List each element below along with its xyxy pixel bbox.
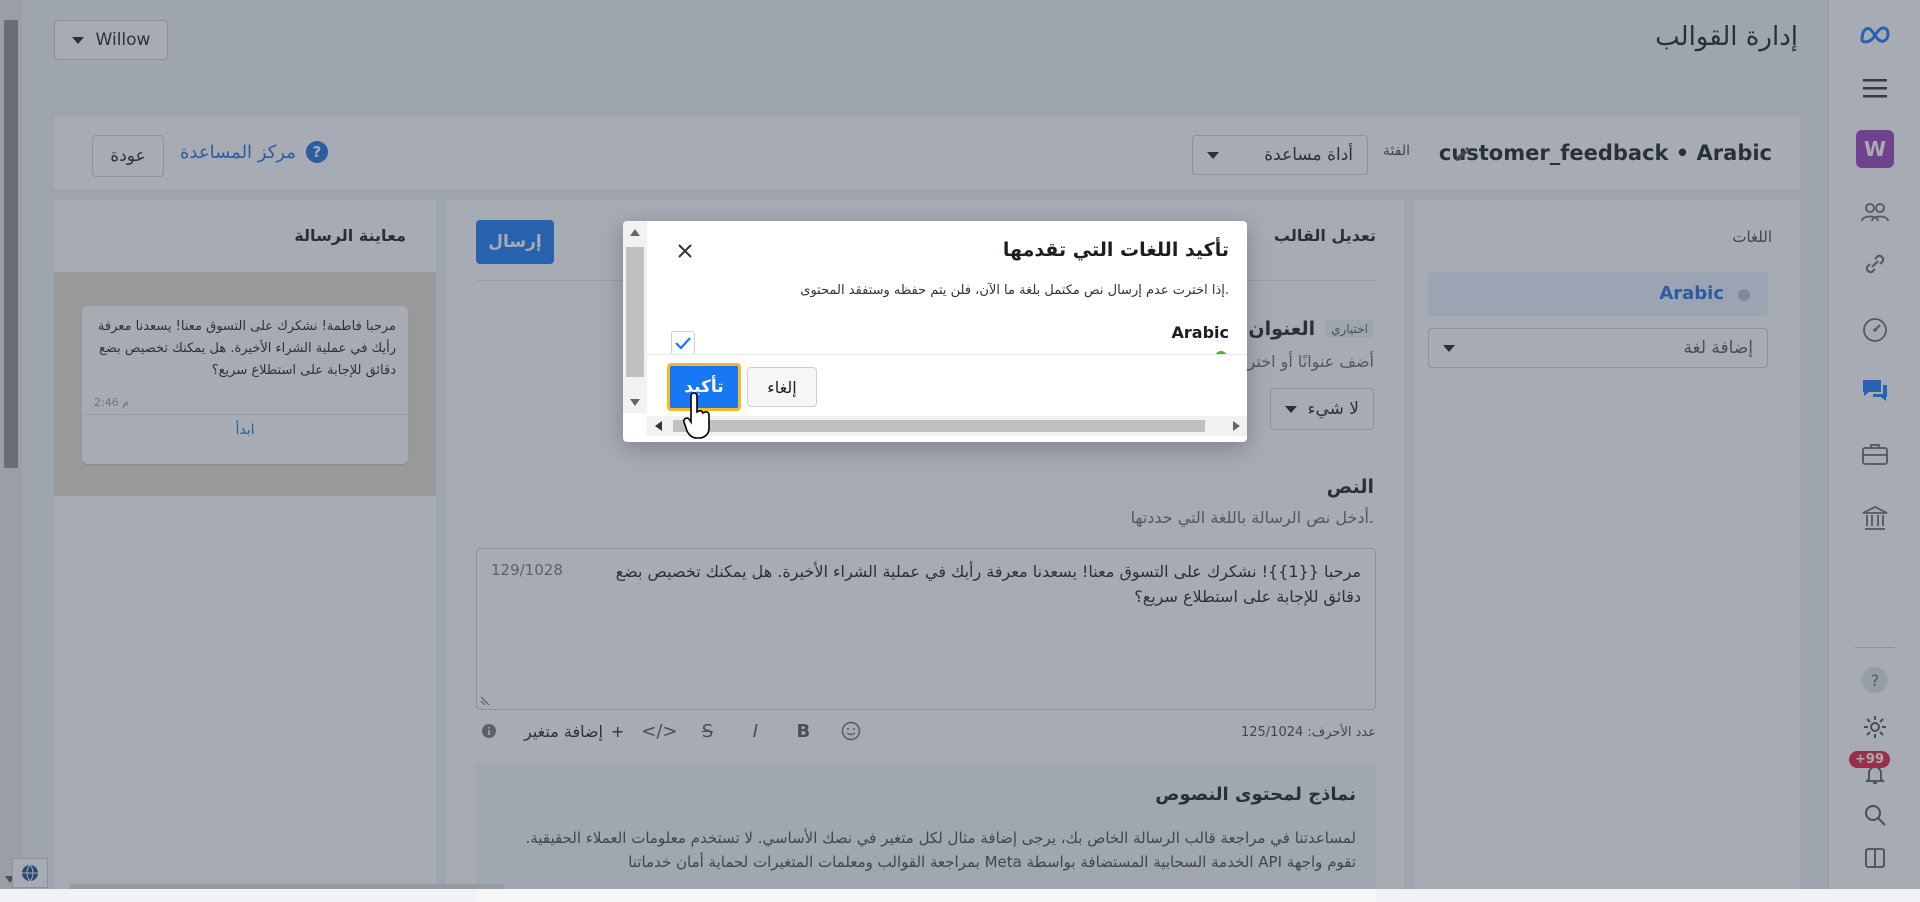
- scroll-down-arrow[interactable]: [630, 399, 640, 406]
- hand-cursor-icon: [683, 392, 711, 444]
- dialog-horizontal-scrollbar[interactable]: [647, 416, 1247, 436]
- language-checkbox[interactable]: [671, 331, 695, 355]
- scroll-left-arrow[interactable]: [655, 421, 662, 431]
- dialog-scroll-thumb[interactable]: [626, 247, 644, 377]
- close-icon[interactable]: [673, 239, 697, 263]
- dialog-language-name: Arabic: [1171, 323, 1230, 342]
- confirm-languages-dialog: تأكيد اللغات التي تقدمها إذا اخترت عدم إ…: [623, 221, 1247, 442]
- modal-overlay: [0, 0, 1920, 889]
- dialog-hscroll-thumb[interactable]: [673, 420, 1205, 432]
- dialog-description: إذا اخترت عدم إرسال نص مكتمل بلغة ما الآ…: [800, 283, 1229, 298]
- dialog-vertical-scrollbar[interactable]: [623, 221, 647, 413]
- dialog-title: تأكيد اللغات التي تقدمها: [1002, 239, 1229, 261]
- cancel-button[interactable]: إلغاء: [747, 367, 817, 407]
- scroll-up-arrow[interactable]: [630, 229, 640, 236]
- scroll-right-arrow[interactable]: [1233, 421, 1240, 431]
